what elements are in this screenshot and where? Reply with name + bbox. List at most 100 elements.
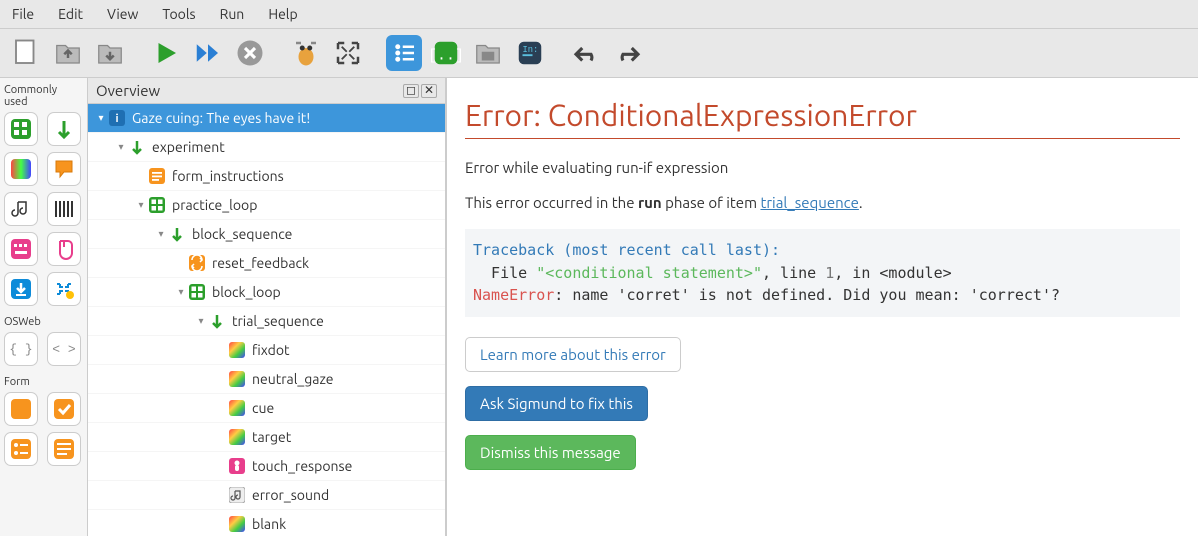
toolbar: [..] In: <box>0 29 1198 78</box>
palette-inline-html[interactable]: < > <box>47 332 81 366</box>
redo-button[interactable] <box>610 35 646 71</box>
error-subtitle: Error while evaluating run-if expression <box>465 159 1180 176</box>
expand-arrow-icon[interactable]: ▾ <box>94 112 108 124</box>
palette-form-text[interactable] <box>47 432 81 466</box>
open-button[interactable] <box>50 35 86 71</box>
tree-item-trial-sequence[interactable]: ▾ trial_sequence <box>88 307 445 336</box>
tree-item-touch-response[interactable]: touch_response <box>88 452 445 481</box>
expand-arrow-icon[interactable]: ▾ <box>194 315 208 327</box>
seq-icon <box>128 138 146 156</box>
overview-toggle[interactable] <box>386 35 422 71</box>
dismiss-button[interactable]: Dismiss this message <box>465 435 636 470</box>
run-fast-button[interactable] <box>190 35 226 71</box>
tree-item-label: block_loop <box>212 284 281 300</box>
sketch-icon <box>228 341 246 359</box>
palette-sampler[interactable] <box>4 192 38 226</box>
tree-item-label: cue <box>252 400 274 416</box>
tree-item-form-instructions[interactable]: form_instructions <box>88 162 445 191</box>
info-icon: i <box>108 109 126 127</box>
seq-icon <box>208 312 226 330</box>
palette-form-base[interactable] <box>4 392 38 426</box>
file-pool-button[interactable] <box>470 35 506 71</box>
tree-item-label: error_sound <box>252 487 329 503</box>
form-icon <box>148 167 166 185</box>
undo-button[interactable] <box>568 35 604 71</box>
error-phase: This error occurred in the run phase of … <box>465 194 1180 211</box>
svg-text:i: i <box>115 113 118 125</box>
fullscreen-button[interactable] <box>330 35 366 71</box>
tree-item-cue[interactable]: cue <box>88 394 445 423</box>
sketch-icon <box>228 399 246 417</box>
tree-item-blank[interactable]: blank <box>88 510 445 536</box>
traceback: Traceback (most recent call last): File … <box>465 229 1180 317</box>
stop-button[interactable] <box>232 35 268 71</box>
sketch-icon <box>228 515 246 533</box>
error-title: Error: ConditionalExpressionError <box>465 98 1180 139</box>
tree-item-label: touch_response <box>252 458 352 474</box>
svg-text:< >: < > <box>52 342 76 357</box>
sketch-icon <box>228 428 246 446</box>
menu-view[interactable]: View <box>95 2 150 26</box>
palette-sketchpad[interactable] <box>4 152 38 186</box>
seq-icon <box>168 225 186 243</box>
tree-item-block-sequence[interactable]: ▾ block_sequence <box>88 220 445 249</box>
palette-keyboard[interactable] <box>4 232 38 266</box>
menu-run[interactable]: Run <box>208 2 257 26</box>
tree-item-gaze-cuing-the-eyes-have-it-[interactable]: ▾iGaze cuing: The eyes have it! <box>88 104 445 133</box>
menu-edit[interactable]: Edit <box>46 2 95 26</box>
bug-button[interactable] <box>288 35 324 71</box>
tree-item-reset-feedback[interactable]: reset_feedback <box>88 249 445 278</box>
expand-arrow-icon[interactable]: ▾ <box>154 228 168 240</box>
overview-close-icon[interactable]: ✕ <box>421 84 437 98</box>
svg-text:In:: In: <box>523 45 539 55</box>
palette-feedback[interactable] <box>47 152 81 186</box>
tree-item-experiment[interactable]: ▾ experiment <box>88 133 445 162</box>
tree-item-fixdot[interactable]: fixdot <box>88 336 445 365</box>
overview-tree[interactable]: ▾iGaze cuing: The eyes have it!▾experime… <box>88 104 445 536</box>
tree-item-error-sound[interactable]: error_sound <box>88 481 445 510</box>
palette-label-common: Commonly used <box>4 82 83 112</box>
loop-icon <box>148 196 166 214</box>
tree-item-label: block_sequence <box>192 226 292 242</box>
new-file-button[interactable] <box>8 35 44 71</box>
palette-mouse[interactable] <box>47 232 81 266</box>
tree-item-label: trial_sequence <box>232 313 324 329</box>
ask-sigmund-button[interactable]: Ask Sigmund to fix this <box>465 386 648 421</box>
menu-help[interactable]: Help <box>256 2 309 26</box>
tree-item-practice-loop[interactable]: ▾ practice_loop <box>88 191 445 220</box>
svg-text:{ }: { } <box>9 342 32 357</box>
palette-sequence[interactable] <box>47 112 81 146</box>
save-button[interactable] <box>92 35 128 71</box>
tree-item-label: form_instructions <box>172 168 284 184</box>
svg-text:[..]: [..] <box>431 47 461 64</box>
tree-item-label: experiment <box>152 139 225 155</box>
palette-logger[interactable] <box>4 272 38 306</box>
feedback-icon <box>188 254 206 272</box>
loop-icon <box>188 283 206 301</box>
tree-item-block-loop[interactable]: ▾ block_loop <box>88 278 445 307</box>
run-button[interactable] <box>148 35 184 71</box>
console-button[interactable]: In: <box>512 35 548 71</box>
menubar: File Edit View Tools Run Help <box>0 0 1198 29</box>
tree-item-neutral-gaze[interactable]: neutral_gaze <box>88 365 445 394</box>
overview-title: Overview <box>96 82 160 99</box>
learn-more-button[interactable]: Learn more about this error <box>465 337 681 372</box>
tree-item-label: target <box>252 429 291 445</box>
palette-inline-js[interactable]: { } <box>4 332 38 366</box>
menu-tools[interactable]: Tools <box>150 2 207 26</box>
palette-loop[interactable] <box>4 112 38 146</box>
palette-synth[interactable] <box>47 192 81 226</box>
tree-item-target[interactable]: target <box>88 423 445 452</box>
menu-file[interactable]: File <box>0 2 46 26</box>
expand-arrow-icon[interactable]: ▾ <box>174 286 188 298</box>
palette-inline-script[interactable] <box>47 272 81 306</box>
palette-label-form: Form <box>4 374 83 392</box>
variable-inspector-button[interactable]: [..] <box>428 35 464 71</box>
expand-arrow-icon[interactable]: ▾ <box>114 141 128 153</box>
error-item-link[interactable]: trial_sequence <box>760 194 858 211</box>
overview-detach-icon[interactable]: ◻ <box>403 84 419 98</box>
palette-form-mc[interactable] <box>4 432 38 466</box>
palette-form-consent[interactable] <box>47 392 81 426</box>
tree-item-label: practice_loop <box>172 197 257 213</box>
expand-arrow-icon[interactable]: ▾ <box>134 199 148 211</box>
